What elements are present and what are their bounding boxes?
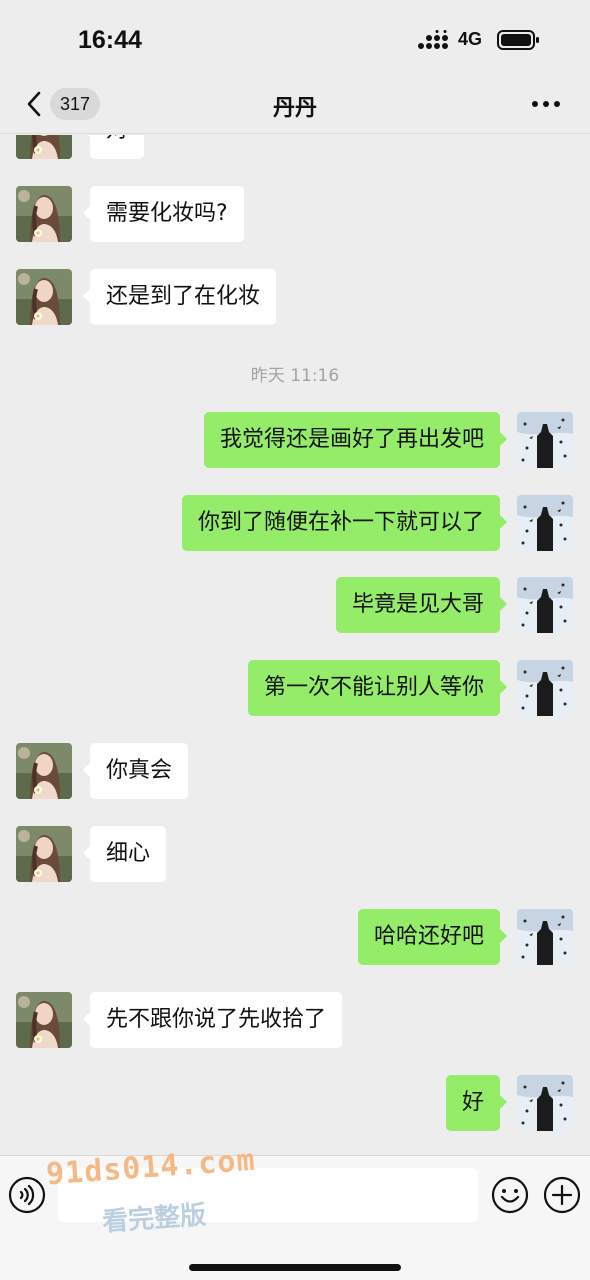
incoming-message[interactable]: 对 [82,135,145,159]
chat-area[interactable]: 对 需要化妆吗? 还是到了在化妆 昨天 11:16 我觉得还是画好了再出发吧 你… [0,135,590,1155]
contact-avatar[interactable] [16,826,72,882]
outgoing-message[interactable]: 你到了随便在补一下就可以了 [181,495,508,551]
contact-avatar[interactable] [16,269,72,325]
contact-avatar[interactable] [16,135,72,159]
my-avatar[interactable] [517,577,573,633]
outgoing-message[interactable]: 我觉得还是画好了再出发吧 [203,412,508,468]
chat-title: 丹丹 [272,96,317,121]
message-timestamp: 昨天 11:16 [250,366,340,386]
watermark-text: 看完整版 [101,1200,208,1238]
my-avatar[interactable] [517,495,573,551]
home-indicator[interactable] [189,1264,401,1271]
outgoing-message[interactable]: 好 [445,1075,508,1131]
incoming-message[interactable]: 还是到了在化妆 [82,269,277,325]
contact-avatar[interactable] [16,186,72,242]
outgoing-message[interactable]: 毕竟是见大哥 [335,577,508,633]
more-dots-icon[interactable] [531,99,561,109]
chat-header: 317 丹丹 [0,80,590,134]
incoming-message[interactable]: 细心 [82,826,167,882]
status-bar: 16:44 4G [0,0,590,80]
incoming-message[interactable]: 你真会 [82,743,189,799]
my-avatar[interactable] [517,909,573,965]
status-time: 16:44 [78,26,142,54]
my-avatar[interactable] [517,660,573,716]
my-avatar[interactable] [517,412,573,468]
contact-avatar[interactable] [16,743,72,799]
network-type: 4G [458,29,483,49]
incoming-message[interactable]: 先不跟你说了先收拾了 [82,992,343,1048]
emoji-icon[interactable] [491,1176,529,1214]
incoming-message[interactable]: 需要化妆吗? [83,186,244,242]
contact-avatar[interactable] [16,992,72,1048]
signal-icon [418,30,448,49]
my-avatar[interactable] [517,1075,573,1131]
plus-icon[interactable] [543,1176,581,1214]
voice-icon[interactable] [8,1176,46,1214]
outgoing-message[interactable]: 哈哈还好吧 [357,909,508,965]
battery-icon [497,30,539,50]
outgoing-message[interactable]: 第一次不能让别人等你 [247,660,508,716]
